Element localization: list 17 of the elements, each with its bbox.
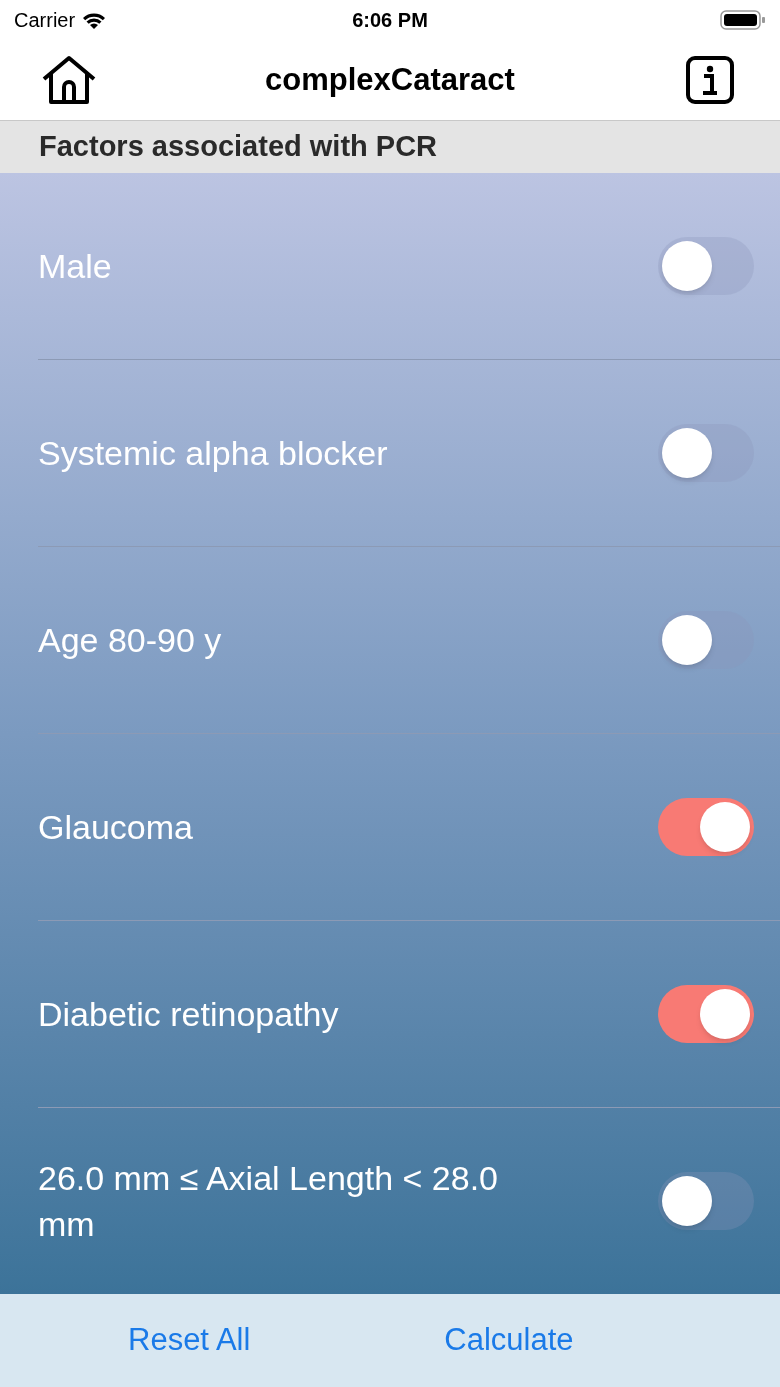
toggle-switch[interactable] [658, 798, 754, 856]
factor-label: Systemic alpha blocker [38, 433, 388, 474]
factor-label: Glaucoma [38, 807, 193, 848]
factor-label: Age 80-90 y [38, 620, 222, 661]
carrier-label: Carrier [14, 8, 76, 33]
home-icon[interactable] [40, 55, 98, 105]
clock-time: 6:06 PM [352, 8, 428, 33]
factor-label: 26.0 mm ≤ Axial Length < 28.0 mm [38, 1158, 498, 1245]
reset-button[interactable]: Reset All [128, 1317, 251, 1364]
nav-title: complexCataract [265, 60, 515, 99]
section-header: Factors associated with PCR [39, 129, 438, 165]
battery-icon [720, 9, 766, 31]
factor-label: Male [38, 246, 112, 287]
calculate-button[interactable]: Calculate [444, 1317, 574, 1364]
info-icon[interactable] [686, 56, 734, 104]
factor-label: Diabetic retinopathy [38, 994, 339, 1035]
toggle-switch[interactable] [658, 985, 754, 1043]
